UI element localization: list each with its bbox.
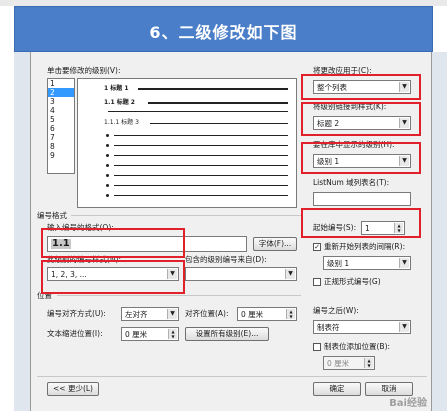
indent-label: 文本缩进位置(I):	[47, 329, 103, 338]
legal-style-label: 正规形式编号(G)	[324, 277, 381, 286]
preview-bullet	[106, 184, 109, 187]
list-preview: 1 标题 1 1.1 标题 2 1.1.1 标题 3	[77, 78, 297, 208]
preview-line	[138, 88, 288, 90]
banner-title: 6、二级修改如下图	[149, 23, 298, 42]
follow-with-label: 编号之后(W):	[313, 306, 359, 315]
preview-level1-label: 1 标题 1	[104, 85, 129, 92]
level-listbox[interactable]: 1 2 3 4 5 6 7 8 9	[47, 78, 75, 174]
preview-level2-label: 1.1 标题 2	[104, 99, 135, 106]
preview-bullet	[106, 134, 109, 137]
preview-bullet	[106, 164, 109, 167]
level-item[interactable]: 6	[48, 124, 74, 133]
aligned-at-label: 对齐位置(A):	[185, 309, 229, 318]
chevron-down-icon[interactable]: ▼	[399, 258, 409, 268]
highlight-start-at	[301, 208, 421, 238]
level-item[interactable]: 3	[48, 97, 74, 106]
preview-line	[114, 165, 288, 166]
highlight-link-style	[301, 102, 421, 136]
right-page-strip	[432, 52, 447, 411]
preview-line	[114, 155, 288, 156]
alignment-select[interactable]: 左对齐 ▼	[121, 307, 179, 321]
stepper-icon[interactable]: ▲ ▼	[286, 309, 295, 319]
aligned-at-input[interactable]: 0 厘米 ▲ ▼	[237, 307, 297, 321]
preview-line	[114, 145, 288, 146]
level-list-label: 单击要修改的级别(V):	[47, 66, 121, 75]
number-format-section-title: 编号格式	[37, 211, 67, 220]
chevron-down-icon[interactable]: ▼	[399, 322, 409, 332]
listnum-input[interactable]	[313, 192, 411, 206]
listnum-label: ListNum 域列表名(T):	[313, 178, 390, 187]
highlight-number-style	[41, 260, 185, 294]
chevron-down-icon[interactable]: ▼	[285, 269, 295, 279]
preview-bullet	[106, 144, 109, 147]
level-item[interactable]: 1	[48, 79, 74, 88]
highlight-number-format	[41, 228, 185, 258]
preview-bullet	[106, 154, 109, 157]
aligned-at-value: 0 厘米	[241, 310, 264, 319]
include-level-select[interactable]: ▼	[185, 267, 297, 281]
preview-line	[114, 135, 288, 136]
stepper-icon[interactable]: ▲ ▼	[168, 329, 177, 339]
level-item-selected[interactable]: 2	[48, 88, 74, 97]
less-button[interactable]: << 更少(L)	[47, 382, 99, 396]
preview-line	[114, 185, 288, 186]
follow-with-value: 制表符	[317, 323, 340, 332]
preview-line	[108, 111, 288, 112]
restart-checkbox[interactable]: ✓	[313, 243, 321, 251]
preview-line	[150, 123, 288, 124]
level-item[interactable]: 7	[48, 133, 74, 142]
level-item[interactable]: 4	[48, 106, 74, 115]
section-divider	[57, 295, 301, 296]
preview-bullet	[106, 194, 109, 197]
tab-stop-value: 0 厘米	[327, 359, 350, 368]
preview-line	[114, 195, 288, 196]
alignment-value: 左对齐	[125, 310, 148, 319]
section-divider	[71, 215, 301, 216]
indent-value: 0 厘米	[125, 330, 148, 339]
include-level-label: 包含的级别编号来自(D):	[185, 255, 267, 264]
left-page-strip	[14, 52, 30, 411]
watermark-logo: Bai经验	[389, 398, 427, 409]
preview-level3-label: 1.1.1 标题 3	[104, 119, 139, 126]
preview-bullet	[106, 174, 109, 177]
level-item[interactable]: 9	[48, 151, 74, 160]
level-item[interactable]: 8	[48, 142, 74, 151]
tab-stop-input[interactable]: 0 厘米 ▲ ▼	[323, 356, 375, 370]
indent-input[interactable]: 0 厘米 ▲ ▼	[121, 327, 179, 341]
ok-button[interactable]: 确定	[313, 382, 361, 396]
alignment-label: 编号对齐方式(U):	[47, 309, 106, 318]
highlight-gallery-level	[301, 142, 421, 174]
restart-level-select[interactable]: 级别 1 ▼	[323, 256, 411, 270]
step-banner: 6、二级修改如下图	[14, 6, 433, 52]
restart-level-value: 级别 1	[327, 259, 350, 268]
define-multilevel-list-dialog: 单击要修改的级别(V): 1 2 3 4 5 6 7 8 9 1 标题 1 1.…	[30, 52, 432, 411]
chevron-down-icon[interactable]: ▼	[167, 309, 177, 319]
stepper-icon[interactable]: ▲ ▼	[364, 358, 373, 368]
tab-stop-checkbox[interactable]	[313, 343, 321, 351]
font-button[interactable]: 字体(F)...	[253, 237, 297, 251]
restart-label: 重新开始列表的间隔(R):	[324, 242, 406, 251]
tab-stop-label: 制表位添加位置(B):	[324, 342, 391, 351]
preview-line	[114, 175, 288, 176]
highlight-apply-to	[301, 74, 421, 100]
legal-style-checkbox[interactable]	[313, 278, 321, 286]
bottom-divider	[37, 376, 427, 377]
preview-line	[148, 102, 288, 104]
follow-with-select[interactable]: 制表符 ▼	[313, 320, 411, 334]
level-item[interactable]: 5	[48, 115, 74, 124]
set-all-levels-button[interactable]: 设置所有级别(E)...	[185, 327, 269, 341]
